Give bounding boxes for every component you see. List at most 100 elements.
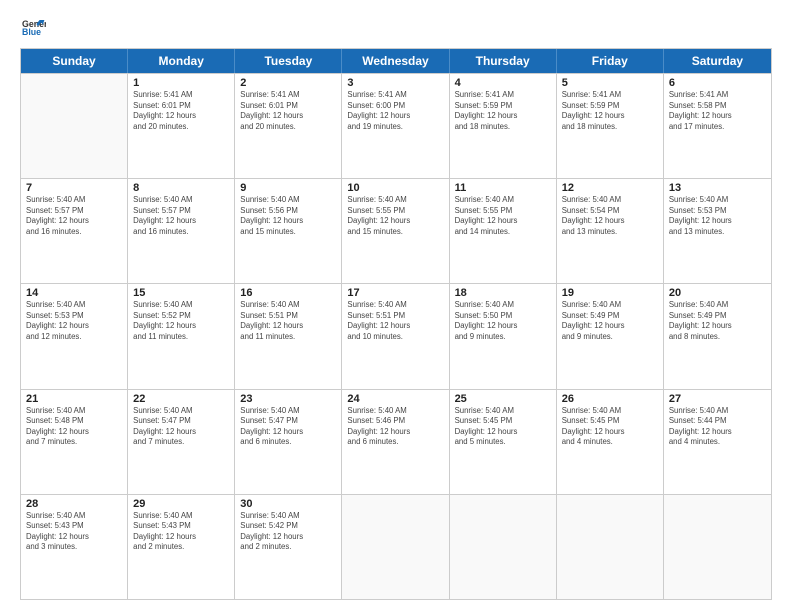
header-day-sunday: Sunday bbox=[21, 49, 128, 73]
header-day-wednesday: Wednesday bbox=[342, 49, 449, 73]
day-number: 1 bbox=[133, 77, 229, 89]
cell-info: Sunrise: 5:40 AM Sunset: 5:43 PM Dayligh… bbox=[133, 511, 229, 553]
header-day-thursday: Thursday bbox=[450, 49, 557, 73]
day-number: 19 bbox=[562, 287, 658, 299]
day-number: 20 bbox=[669, 287, 766, 299]
cal-cell: 11Sunrise: 5:40 AM Sunset: 5:55 PM Dayli… bbox=[450, 179, 557, 283]
cell-info: Sunrise: 5:41 AM Sunset: 5:59 PM Dayligh… bbox=[455, 90, 551, 132]
cal-row-3: 21Sunrise: 5:40 AM Sunset: 5:48 PM Dayli… bbox=[21, 389, 771, 494]
cell-info: Sunrise: 5:40 AM Sunset: 5:49 PM Dayligh… bbox=[562, 300, 658, 342]
cal-cell: 17Sunrise: 5:40 AM Sunset: 5:51 PM Dayli… bbox=[342, 284, 449, 388]
page: General Blue SundayMondayTuesdayWednesda… bbox=[0, 0, 792, 612]
day-number: 14 bbox=[26, 287, 122, 299]
header-day-tuesday: Tuesday bbox=[235, 49, 342, 73]
cal-cell: 10Sunrise: 5:40 AM Sunset: 5:55 PM Dayli… bbox=[342, 179, 449, 283]
day-number: 12 bbox=[562, 182, 658, 194]
cal-cell: 21Sunrise: 5:40 AM Sunset: 5:48 PM Dayli… bbox=[21, 390, 128, 494]
day-number: 18 bbox=[455, 287, 551, 299]
cell-info: Sunrise: 5:40 AM Sunset: 5:47 PM Dayligh… bbox=[240, 406, 336, 448]
cell-info: Sunrise: 5:41 AM Sunset: 6:00 PM Dayligh… bbox=[347, 90, 443, 132]
cal-cell: 29Sunrise: 5:40 AM Sunset: 5:43 PM Dayli… bbox=[128, 495, 235, 599]
day-number: 22 bbox=[133, 393, 229, 405]
cell-info: Sunrise: 5:41 AM Sunset: 5:59 PM Dayligh… bbox=[562, 90, 658, 132]
cal-row-2: 14Sunrise: 5:40 AM Sunset: 5:53 PM Dayli… bbox=[21, 283, 771, 388]
cell-info: Sunrise: 5:40 AM Sunset: 5:52 PM Dayligh… bbox=[133, 300, 229, 342]
cal-cell bbox=[557, 495, 664, 599]
cal-cell: 7Sunrise: 5:40 AM Sunset: 5:57 PM Daylig… bbox=[21, 179, 128, 283]
day-number: 10 bbox=[347, 182, 443, 194]
day-number: 29 bbox=[133, 498, 229, 510]
cal-cell: 9Sunrise: 5:40 AM Sunset: 5:56 PM Daylig… bbox=[235, 179, 342, 283]
cal-cell: 16Sunrise: 5:40 AM Sunset: 5:51 PM Dayli… bbox=[235, 284, 342, 388]
cell-info: Sunrise: 5:40 AM Sunset: 5:57 PM Dayligh… bbox=[26, 195, 122, 237]
cell-info: Sunrise: 5:40 AM Sunset: 5:43 PM Dayligh… bbox=[26, 511, 122, 553]
day-number: 3 bbox=[347, 77, 443, 89]
cell-info: Sunrise: 5:40 AM Sunset: 5:50 PM Dayligh… bbox=[455, 300, 551, 342]
day-number: 5 bbox=[562, 77, 658, 89]
cal-cell: 4Sunrise: 5:41 AM Sunset: 5:59 PM Daylig… bbox=[450, 74, 557, 178]
day-number: 30 bbox=[240, 498, 336, 510]
day-number: 27 bbox=[669, 393, 766, 405]
cell-info: Sunrise: 5:41 AM Sunset: 6:01 PM Dayligh… bbox=[133, 90, 229, 132]
cell-info: Sunrise: 5:40 AM Sunset: 5:57 PM Dayligh… bbox=[133, 195, 229, 237]
cell-info: Sunrise: 5:41 AM Sunset: 6:01 PM Dayligh… bbox=[240, 90, 336, 132]
day-number: 23 bbox=[240, 393, 336, 405]
day-number: 9 bbox=[240, 182, 336, 194]
cell-info: Sunrise: 5:40 AM Sunset: 5:42 PM Dayligh… bbox=[240, 511, 336, 553]
cell-info: Sunrise: 5:40 AM Sunset: 5:55 PM Dayligh… bbox=[347, 195, 443, 237]
cell-info: Sunrise: 5:40 AM Sunset: 5:48 PM Dayligh… bbox=[26, 406, 122, 448]
cell-info: Sunrise: 5:40 AM Sunset: 5:55 PM Dayligh… bbox=[455, 195, 551, 237]
cell-info: Sunrise: 5:40 AM Sunset: 5:51 PM Dayligh… bbox=[240, 300, 336, 342]
day-number: 8 bbox=[133, 182, 229, 194]
cal-cell: 2Sunrise: 5:41 AM Sunset: 6:01 PM Daylig… bbox=[235, 74, 342, 178]
calendar: SundayMondayTuesdayWednesdayThursdayFrid… bbox=[20, 48, 772, 600]
cal-cell bbox=[664, 495, 771, 599]
cell-info: Sunrise: 5:40 AM Sunset: 5:49 PM Dayligh… bbox=[669, 300, 766, 342]
day-number: 11 bbox=[455, 182, 551, 194]
cell-info: Sunrise: 5:40 AM Sunset: 5:45 PM Dayligh… bbox=[455, 406, 551, 448]
svg-text:Blue: Blue bbox=[22, 27, 41, 37]
cell-info: Sunrise: 5:40 AM Sunset: 5:46 PM Dayligh… bbox=[347, 406, 443, 448]
cal-cell: 5Sunrise: 5:41 AM Sunset: 5:59 PM Daylig… bbox=[557, 74, 664, 178]
cell-info: Sunrise: 5:41 AM Sunset: 5:58 PM Dayligh… bbox=[669, 90, 766, 132]
header-day-monday: Monday bbox=[128, 49, 235, 73]
cell-info: Sunrise: 5:40 AM Sunset: 5:45 PM Dayligh… bbox=[562, 406, 658, 448]
logo-icon: General Blue bbox=[22, 18, 46, 38]
cell-info: Sunrise: 5:40 AM Sunset: 5:54 PM Dayligh… bbox=[562, 195, 658, 237]
cell-info: Sunrise: 5:40 AM Sunset: 5:44 PM Dayligh… bbox=[669, 406, 766, 448]
day-number: 4 bbox=[455, 77, 551, 89]
cal-cell: 26Sunrise: 5:40 AM Sunset: 5:45 PM Dayli… bbox=[557, 390, 664, 494]
cal-cell: 18Sunrise: 5:40 AM Sunset: 5:50 PM Dayli… bbox=[450, 284, 557, 388]
cal-cell: 6Sunrise: 5:41 AM Sunset: 5:58 PM Daylig… bbox=[664, 74, 771, 178]
cal-cell: 20Sunrise: 5:40 AM Sunset: 5:49 PM Dayli… bbox=[664, 284, 771, 388]
cal-cell: 22Sunrise: 5:40 AM Sunset: 5:47 PM Dayli… bbox=[128, 390, 235, 494]
cal-cell: 30Sunrise: 5:40 AM Sunset: 5:42 PM Dayli… bbox=[235, 495, 342, 599]
calendar-header: SundayMondayTuesdayWednesdayThursdayFrid… bbox=[21, 49, 771, 73]
cell-info: Sunrise: 5:40 AM Sunset: 5:51 PM Dayligh… bbox=[347, 300, 443, 342]
cal-cell: 12Sunrise: 5:40 AM Sunset: 5:54 PM Dayli… bbox=[557, 179, 664, 283]
cal-row-0: 1Sunrise: 5:41 AM Sunset: 6:01 PM Daylig… bbox=[21, 73, 771, 178]
day-number: 25 bbox=[455, 393, 551, 405]
cal-row-1: 7Sunrise: 5:40 AM Sunset: 5:57 PM Daylig… bbox=[21, 178, 771, 283]
cal-cell: 27Sunrise: 5:40 AM Sunset: 5:44 PM Dayli… bbox=[664, 390, 771, 494]
cal-cell: 13Sunrise: 5:40 AM Sunset: 5:53 PM Dayli… bbox=[664, 179, 771, 283]
cal-cell: 23Sunrise: 5:40 AM Sunset: 5:47 PM Dayli… bbox=[235, 390, 342, 494]
cal-row-4: 28Sunrise: 5:40 AM Sunset: 5:43 PM Dayli… bbox=[21, 494, 771, 599]
cal-cell: 25Sunrise: 5:40 AM Sunset: 5:45 PM Dayli… bbox=[450, 390, 557, 494]
day-number: 28 bbox=[26, 498, 122, 510]
cell-info: Sunrise: 5:40 AM Sunset: 5:53 PM Dayligh… bbox=[26, 300, 122, 342]
cal-cell: 3Sunrise: 5:41 AM Sunset: 6:00 PM Daylig… bbox=[342, 74, 449, 178]
logo: General Blue bbox=[20, 18, 48, 38]
header: General Blue bbox=[20, 18, 772, 38]
cal-cell: 24Sunrise: 5:40 AM Sunset: 5:46 PM Dayli… bbox=[342, 390, 449, 494]
cal-cell: 1Sunrise: 5:41 AM Sunset: 6:01 PM Daylig… bbox=[128, 74, 235, 178]
day-number: 2 bbox=[240, 77, 336, 89]
day-number: 13 bbox=[669, 182, 766, 194]
header-day-friday: Friday bbox=[557, 49, 664, 73]
day-number: 21 bbox=[26, 393, 122, 405]
cell-info: Sunrise: 5:40 AM Sunset: 5:47 PM Dayligh… bbox=[133, 406, 229, 448]
cal-cell: 28Sunrise: 5:40 AM Sunset: 5:43 PM Dayli… bbox=[21, 495, 128, 599]
cal-cell bbox=[450, 495, 557, 599]
day-number: 7 bbox=[26, 182, 122, 194]
cal-cell: 8Sunrise: 5:40 AM Sunset: 5:57 PM Daylig… bbox=[128, 179, 235, 283]
